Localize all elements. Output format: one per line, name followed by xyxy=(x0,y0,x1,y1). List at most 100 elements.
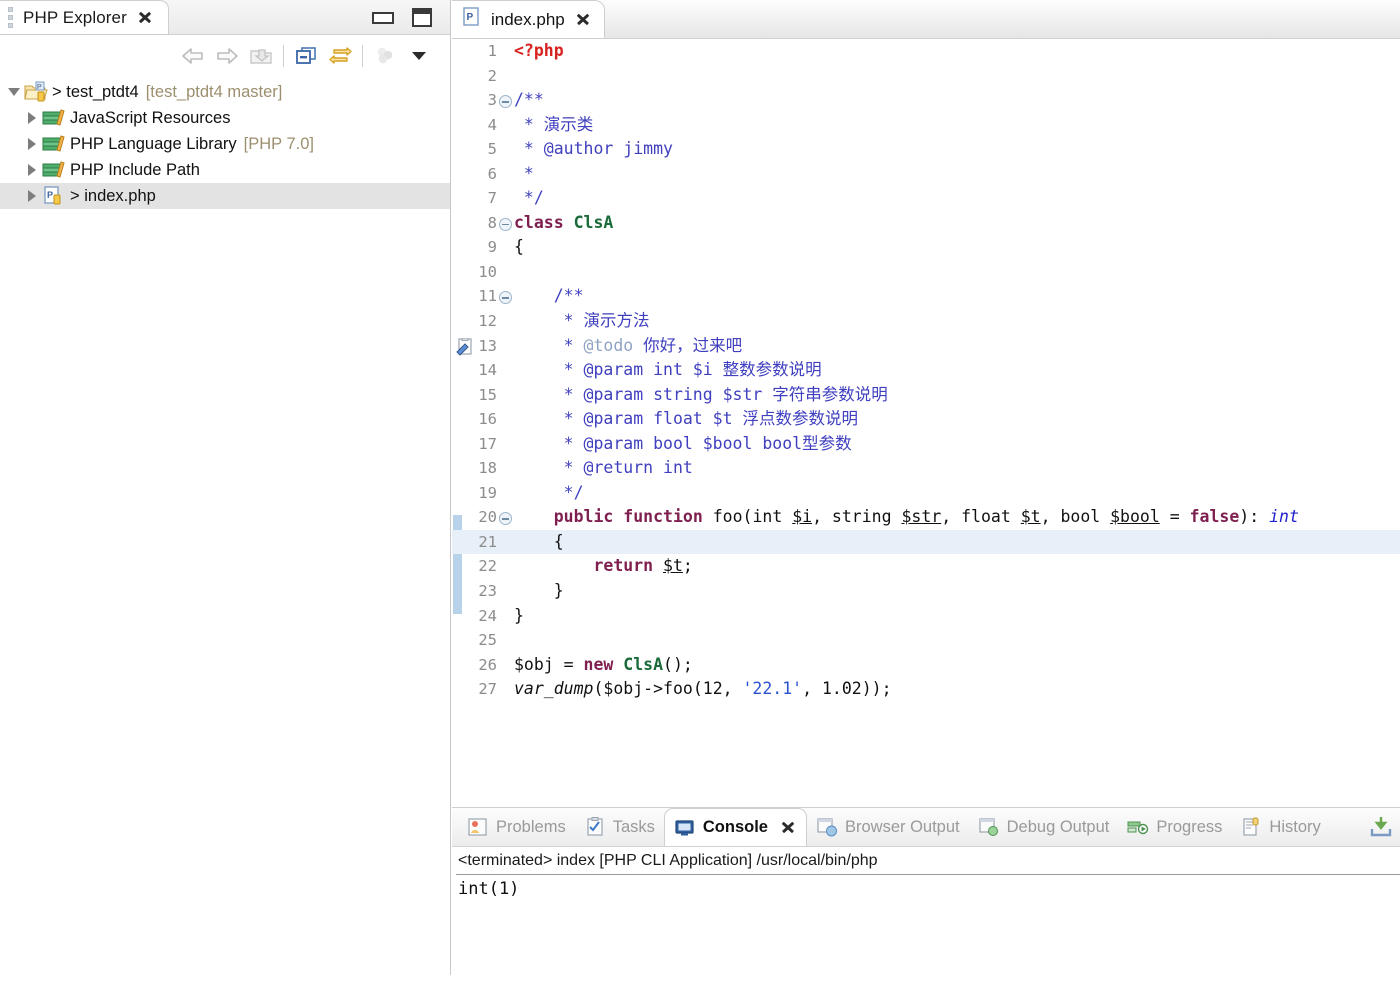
code-line[interactable]: 20 public function foo(int $i, string $s… xyxy=(452,505,1400,530)
line-number: 12 xyxy=(478,312,497,331)
code-line[interactable]: 26 $obj = new ClsA(); xyxy=(452,653,1400,678)
code-line[interactable]: 6 * xyxy=(452,162,1400,187)
project-tree[interactable]: P > test_ptdt4 [test_ptdt4 master] JavaS… xyxy=(0,76,450,209)
twisty-collapsed-icon[interactable] xyxy=(22,133,42,155)
code-text: * @todo 你好，过来吧 xyxy=(514,335,743,355)
collapse-all-icon[interactable] xyxy=(289,41,323,71)
code-line[interactable]: 12 * 演示方法 xyxy=(452,309,1400,334)
tree-suffix: [test_ptdt4 master] xyxy=(145,82,283,101)
svg-text:P: P xyxy=(467,12,474,23)
close-icon[interactable] xyxy=(574,11,592,29)
code-line[interactable]: 11 /** xyxy=(452,284,1400,309)
fold-collapse-icon[interactable] xyxy=(499,291,512,305)
code-text: * @author jimmy xyxy=(514,139,673,159)
minimize-icon[interactable] xyxy=(372,11,394,24)
tab-problems[interactable]: Problems xyxy=(458,808,575,846)
line-number: 21 xyxy=(478,532,497,551)
tree-item-javascript-resources[interactable]: JavaScript Resources xyxy=(0,105,450,131)
library-books-icon xyxy=(42,107,66,129)
twisty-expanded-icon[interactable] xyxy=(4,81,24,103)
svg-text:P: P xyxy=(47,190,53,200)
tab-label: History xyxy=(1269,817,1321,836)
tab-browser-output[interactable]: Browser Output xyxy=(807,808,969,846)
code-text: } xyxy=(514,581,564,601)
tree-label: > test_ptdt4 xyxy=(52,82,139,101)
line-number: 5 xyxy=(487,140,497,159)
tree-item-index-php[interactable]: P > index.php xyxy=(0,183,450,209)
tab-debug-output[interactable]: Debug Output xyxy=(969,808,1119,846)
library-books-icon xyxy=(42,133,66,155)
code-line[interactable]: 17 * @param bool $bool bool型参数 xyxy=(452,432,1400,457)
code-line[interactable]: 24} xyxy=(452,604,1400,629)
code-line[interactable]: 5 * @author jimmy xyxy=(452,137,1400,162)
code-line[interactable]: 3 /** xyxy=(452,88,1400,113)
code-text: * 演示类 xyxy=(514,114,594,134)
filters-icon[interactable] xyxy=(368,41,402,71)
tab-label: Progress xyxy=(1156,817,1223,836)
tree-suffix: [PHP 7.0] xyxy=(243,134,314,153)
eclipse-pdt-window: PHP Explorer P > test_ptdt4 [test_ptdt4 … xyxy=(0,0,1400,981)
line-number: 20 xyxy=(478,508,497,527)
twisty-collapsed-icon[interactable] xyxy=(22,107,42,129)
tab-console[interactable]: Console xyxy=(663,808,807,846)
view-menu-chevron-icon[interactable] xyxy=(402,41,436,71)
fold-collapse-icon[interactable] xyxy=(499,95,512,109)
tree-item-php-language-library[interactable]: PHP Language Library [PHP 7.0] xyxy=(0,131,450,157)
console-output[interactable]: int(1) xyxy=(452,875,1400,899)
tab-tasks[interactable]: Tasks xyxy=(575,808,664,846)
code-line[interactable]: 19 */ xyxy=(452,481,1400,506)
code-line[interactable]: 4 * 演示类 xyxy=(452,113,1400,138)
code-text: public function foo(int $i, string $str,… xyxy=(553,507,1299,527)
code-line[interactable]: 27 var_dump($obj->foo(12, '22.1', 1.02)); xyxy=(452,677,1400,702)
tab-index-php[interactable]: P index.php xyxy=(452,0,605,38)
editor-tabstrip: P index.php xyxy=(452,0,1400,39)
line-number: 10 xyxy=(478,262,497,281)
code-line[interactable]: 25 xyxy=(452,628,1400,653)
code-editor: P index.php 1 <?php 2 3/** 4 * 演示类 5 * @autho… xyxy=(452,0,1400,807)
up-folder-icon[interactable] xyxy=(244,41,278,71)
browser-output-icon xyxy=(816,817,838,837)
code-line[interactable]: 7 */ xyxy=(452,186,1400,211)
code-text: var_dump($obj->foo(12, '22.1', 1.02)); xyxy=(514,679,892,699)
fold-collapse-icon[interactable] xyxy=(499,217,512,231)
tree-label: JavaScript Resources xyxy=(70,108,231,127)
tab-label: Debug Output xyxy=(1006,817,1110,836)
tree-item-project[interactable]: P > test_ptdt4 [test_ptdt4 master] xyxy=(0,79,450,105)
code-line[interactable]: 8 class ClsA xyxy=(452,211,1400,236)
forward-icon[interactable] xyxy=(210,41,244,71)
tab-php-explorer[interactable]: PHP Explorer xyxy=(0,0,169,34)
code-line[interactable]: 9{ xyxy=(452,235,1400,260)
code-line[interactable]: 10 xyxy=(452,260,1400,285)
code-lines[interactable]: 1 <?php 2 3/** 4 * 演示类 5 * @author jimmy 6 * 7 … xyxy=(452,39,1400,702)
task-marker-icon[interactable] xyxy=(456,337,476,356)
php-file-icon: P xyxy=(462,6,482,33)
twisty-collapsed-icon[interactable] xyxy=(22,185,42,207)
tab-history[interactable]: History xyxy=(1231,808,1329,846)
close-icon[interactable] xyxy=(779,819,797,837)
code-line[interactable]: 1 <?php xyxy=(452,39,1400,64)
fold-collapse-icon[interactable] xyxy=(499,512,512,526)
close-icon[interactable] xyxy=(136,9,154,27)
code-line[interactable]: 16 * @param float $t 浮点数参数说明 xyxy=(452,407,1400,432)
code-line[interactable]: 18 * @return int xyxy=(452,456,1400,481)
line-number: 9 xyxy=(487,238,497,257)
twisty-collapsed-icon[interactable] xyxy=(22,159,42,181)
code-line[interactable]: 21 { xyxy=(452,529,1400,555)
code-line[interactable]: 2 xyxy=(452,64,1400,89)
code-line[interactable]: 14 * @param int $i 整数参数说明 xyxy=(452,358,1400,383)
code-line[interactable]: 15 * @param string $str 字符串参数说明 xyxy=(452,383,1400,408)
tree-item-php-include-path[interactable]: PHP Include Path xyxy=(0,157,450,183)
code-text: /** xyxy=(514,90,544,110)
link-with-editor-icon[interactable] xyxy=(323,41,357,71)
minimize-tray-icon[interactable] xyxy=(1368,815,1394,844)
tab-progress[interactable]: Progress xyxy=(1118,808,1231,846)
back-icon[interactable] xyxy=(176,41,210,71)
php-file-icon: P xyxy=(42,185,66,207)
code-viewport[interactable]: 1 <?php 2 3/** 4 * 演示类 5 * @author jimmy 6 * 7 … xyxy=(452,39,1400,807)
console-tabstrip: Problems Tasks Console Browser Output De… xyxy=(452,808,1400,847)
editor-tab-label: index.php xyxy=(491,9,565,29)
code-line[interactable]: 22 return $t; xyxy=(452,554,1400,579)
maximize-icon[interactable] xyxy=(412,8,432,27)
code-line[interactable]: 13 * @todo 你好，过来吧 xyxy=(452,334,1400,359)
code-line[interactable]: 23 } xyxy=(452,579,1400,604)
